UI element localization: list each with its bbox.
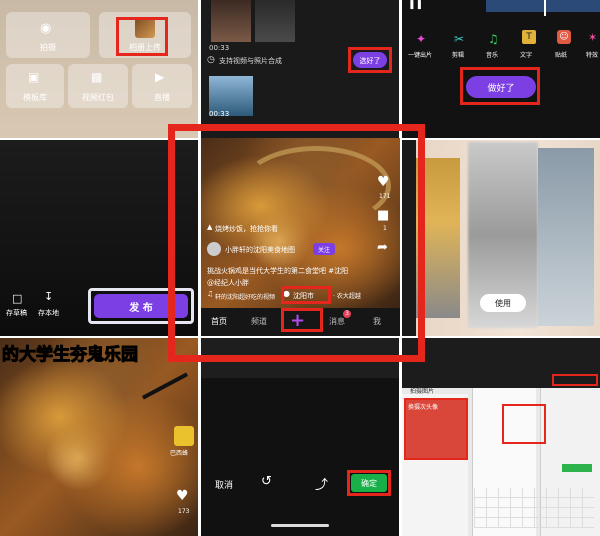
undo-icon[interactable]: ↺ [261,474,272,489]
folder-icon[interactable]: □ [12,292,22,305]
center-highlight-frame [168,124,425,362]
download-icon[interactable]: ↧ [44,290,53,303]
clock-icon: ◷ [207,55,215,65]
music-icon[interactable]: ♫ [488,32,499,46]
effects-icon[interactable]: ✶ [588,31,597,44]
camera-icon: ◉ [40,21,52,36]
template-label: 模板库 [23,93,47,102]
highlight-confirm [347,470,391,496]
panel-crop: 取消 ↺ ⤴ 确定 [201,338,399,536]
template-button[interactable]: ▣ 模板库 [6,64,64,108]
panel-template-preview: 使用 [402,140,600,336]
live-button[interactable]: ▶ 直播 [132,64,192,108]
tool-label-sticker: 贴纸 [555,52,568,59]
template-icon: ▣ [28,70,40,84]
tool-label-clip: 剪辑 [452,52,465,59]
save-local-label[interactable]: 存本地 [38,308,59,318]
duration-top: 00:33 [209,44,230,52]
collage-grid [474,488,594,528]
combine-notice: 支持视频与照片合成 [219,57,282,65]
shoot-label: 拍摄 [40,43,56,52]
thumb-duration: 00:33 [209,110,230,118]
video-camera-icon: ▶ [155,70,165,84]
panel-upload-menu: ◉ 拍摄 相册上传 ▣ 模板库 ▩ 视频红包 ▶ 直播 [0,0,198,138]
sticker-icon[interactable]: ☺ [557,30,571,44]
highlight-select-done [348,47,392,73]
pause-icon[interactable]: ❚❚ [408,0,423,10]
highlight-finish [460,67,540,105]
like-count: 173 [178,508,190,515]
caption-banner: 的大学生夯鬼乐园 [2,345,139,366]
tool-label-effects: 特效 [586,52,599,59]
live-label: 直播 [154,93,170,102]
timeline-playhead[interactable] [544,0,546,16]
heart-icon[interactable]: ♥ [176,488,189,504]
one-click-icon[interactable]: ✦ [416,32,426,46]
chopsticks [141,372,189,400]
home-indicator [271,524,329,527]
scissors-icon[interactable]: ✂ [454,32,464,46]
panel-video-select: 00:33 ◷ 支持视频与照片合成 00:33 选好了 [201,0,399,138]
gift-icon: ▩ [91,70,103,84]
collage-red-marker-2 [502,404,546,444]
tool-label-music: 音乐 [486,52,499,59]
highlight-album-upload [116,17,168,56]
panel-food-video: 的大学生夯鬼乐园 巴西蜂 ♥ 173 [0,338,198,536]
collage-item-label: 换摄次头像 [408,404,439,411]
sticker-badge [174,426,194,446]
person-thumbnail[interactable] [211,0,251,42]
timeline-track[interactable] [486,0,600,12]
tool-label-oneclick: 一键出片 [408,52,433,59]
use-template-label: 使用 [495,299,511,308]
collage-green-button [562,464,592,472]
video-redpacket-button[interactable]: ▩ 视频红包 [68,64,128,108]
panel-tutorial-collage: 拍摄图片 换摄次头像 [402,338,600,536]
rotate-icon[interactable]: ⤴ [315,474,328,493]
collage-red-marker-1 [552,374,598,386]
save-draft-label[interactable]: 存草稿 [6,308,27,318]
tool-label-text: 文字 [520,52,533,59]
use-template-button[interactable]: 使用 [480,294,526,312]
text-icon[interactable]: T [522,30,536,44]
shoot-button[interactable]: ◉ 拍摄 [6,12,90,58]
right-preview [538,148,594,326]
sticker-badge-text: 巴西蜂 [170,450,189,457]
top-thumbnail-2[interactable] [255,0,295,42]
panel-editor-tools: ❚❚ ✦ ✂ ♫ T ☺ ✶ 一键出片 剪辑 音乐 文字 贴纸 特效 做好了 [402,0,600,138]
video-redpacket-label: 视频红包 [82,93,114,102]
cancel-button[interactable]: 取消 [215,478,233,491]
